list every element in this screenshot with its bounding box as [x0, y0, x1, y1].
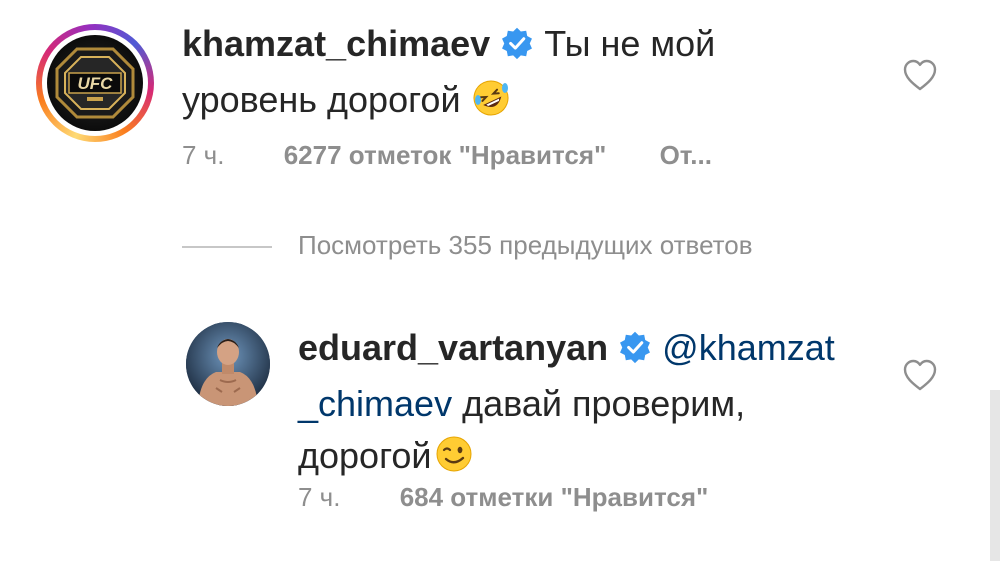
svg-text:UFC: UFC [78, 74, 114, 93]
comment-text-line2: уровень дорогой [182, 79, 461, 120]
avatar[interactable] [186, 322, 270, 406]
username[interactable]: khamzat_chimaev [182, 23, 490, 64]
comment-meta: 7 ч. 6277 отметок "Нравится" От... [182, 140, 712, 171]
mention-link-continued[interactable]: _chimaev [298, 383, 452, 424]
winking-face-emoji [434, 434, 474, 488]
verified-badge-icon [618, 326, 652, 378]
view-previous-replies-link[interactable]: Посмотреть 355 предыдущих ответов [298, 230, 753, 261]
like-heart-icon[interactable] [902, 358, 938, 392]
verified-badge-icon [500, 22, 534, 74]
comment-text-line2: давай проверим, [452, 383, 746, 424]
ufc-avatar: UFC [47, 35, 143, 131]
comment-meta: 7 ч. 684 отметки "Нравится" [298, 482, 708, 513]
comment-body: eduard_vartanyan @khamzat _chimaev давай… [298, 322, 898, 488]
likes-count[interactable]: 684 отметки "Нравится" [400, 482, 709, 512]
scrollbar[interactable] [990, 390, 1000, 561]
like-heart-icon[interactable] [902, 58, 938, 92]
avatar-story-ring[interactable]: UFC [36, 24, 154, 142]
rolling-on-floor-laughing-emoji [471, 78, 511, 132]
mention-link[interactable]: @khamzat [662, 327, 835, 368]
timestamp: 7 ч. [182, 140, 225, 170]
comment-body: khamzat_chimaev Ты не мой уровень дорого… [182, 18, 882, 132]
comment-text-line3: дорогой [298, 435, 432, 476]
username[interactable]: eduard_vartanyan [298, 327, 608, 368]
comment-text-line1: Ты не мой [544, 23, 716, 64]
likes-count[interactable]: 6277 отметок "Нравится" [284, 140, 607, 170]
replies-divider [182, 246, 272, 248]
reply-button[interactable]: От... [660, 140, 712, 170]
timestamp: 7 ч. [298, 482, 341, 512]
